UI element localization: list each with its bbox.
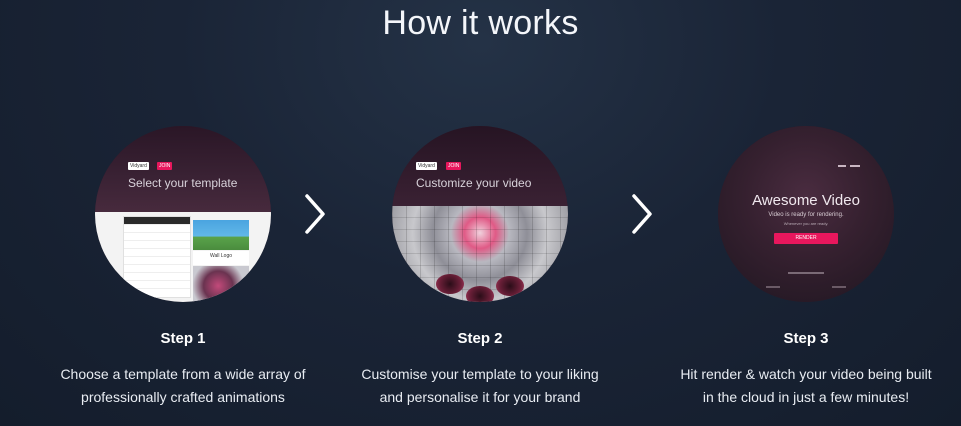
step-description: Choose a template from a wide array of p…: [60, 366, 306, 405]
step-label: Step 3: [783, 330, 829, 347]
step-2: Vidyard JOIN Customize your video Step 2…: [330, 126, 630, 409]
template-thumbnail: [193, 266, 249, 302]
template-list: [123, 216, 191, 298]
logo: Vidyard: [128, 162, 149, 170]
step-description: Customise your template to your liking a…: [361, 366, 599, 405]
preview-heading: Select your template: [128, 176, 238, 190]
step-2-preview: Vidyard JOIN Customize your video: [392, 126, 568, 302]
badge: JOIN: [446, 162, 462, 170]
preview-subtext-2: Whenever you are ready.: [783, 221, 829, 226]
step-label: Step 2: [457, 330, 503, 347]
preview-heading: Awesome Video: [752, 192, 860, 209]
step-description: Hit render & watch your video being buil…: [680, 366, 932, 405]
template-thumbnail: [193, 220, 249, 250]
step-3-preview: Awesome Video Video is ready for renderi…: [718, 126, 894, 302]
thumbnail-title: Wall Logo: [193, 251, 249, 265]
logo: Vidyard: [416, 162, 437, 170]
step-1-preview: Vidyard JOIN Select your template Wall L…: [95, 126, 271, 302]
step-3: Awesome Video Video is ready for renderi…: [656, 126, 956, 409]
step-label: Step 1: [160, 330, 206, 347]
badge: JOIN: [157, 162, 173, 170]
render-button: RENDER: [774, 233, 838, 244]
page-title: How it works: [382, 4, 579, 42]
chevron-right-icon: [305, 194, 325, 234]
step-1: Vidyard JOIN Select your template Wall L…: [33, 126, 333, 409]
preview-heading: Customize your video: [416, 176, 532, 190]
chevron-right-icon: [632, 194, 652, 234]
preview-subtext: Video is ready for rendering.: [768, 212, 844, 218]
